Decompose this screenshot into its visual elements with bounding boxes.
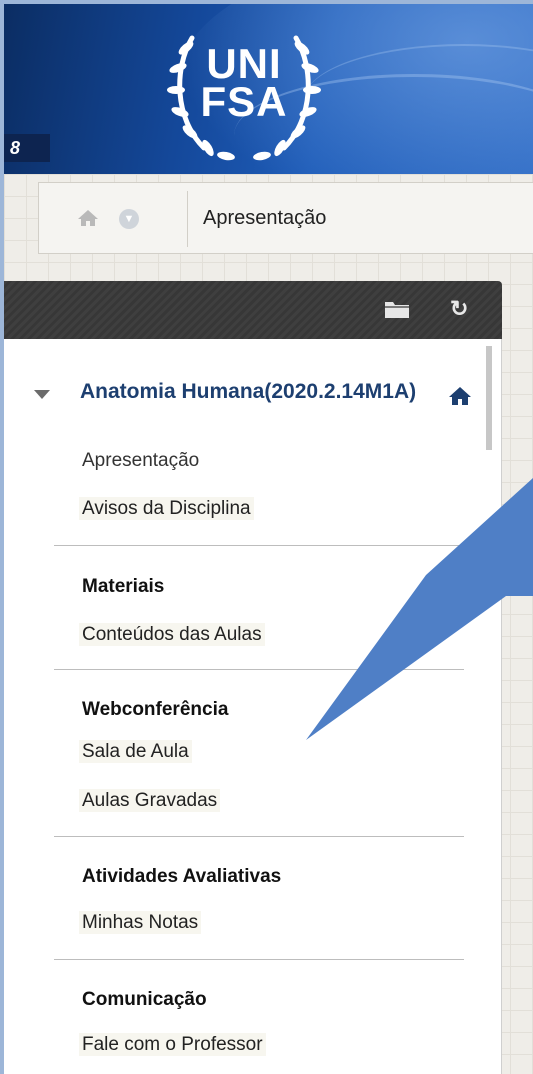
menu-heading-materiais: Materiais — [82, 576, 165, 597]
menu-item-label: Aulas Gravadas — [79, 789, 221, 812]
logo-text-fsa: FSA — [200, 78, 288, 125]
menu-separator — [54, 836, 464, 837]
menu-heading-atividades: Atividades Avaliativas — [82, 866, 282, 887]
unifsa-logo[interactable]: UNI FSA — [164, 18, 324, 168]
folder-icon[interactable] — [384, 299, 410, 319]
refresh-icon[interactable]: ↻ — [450, 296, 468, 322]
menu-item-label: Conteúdos das Aulas — [79, 623, 265, 646]
course-menu-toolbar: ↻ — [4, 281, 502, 339]
breadcrumb-current[interactable]: Apresentação — [203, 207, 326, 230]
menu-item-aulas-gravadas[interactable]: Aulas Gravadas — [79, 789, 221, 812]
menu-item-label: Fale com o Professor — [79, 1033, 266, 1056]
menu-separator — [54, 545, 464, 546]
home-icon[interactable] — [448, 386, 472, 406]
menu-item-avisos[interactable]: Avisos da Disciplina — [79, 497, 254, 520]
collapse-toggle-icon[interactable] — [34, 390, 50, 399]
page-frame: UNI FSA 8 ▼ Apresentação ↻ Anatomia Huma… — [4, 4, 533, 1074]
header-banner: UNI FSA 8 — [4, 4, 533, 174]
menu-item-conteudos[interactable]: Conteúdos das Aulas — [79, 623, 265, 646]
scrollbar[interactable] — [486, 346, 492, 450]
course-title[interactable]: Anatomia Humana(2020.2.14M1A) — [80, 381, 420, 402]
menu-separator — [54, 959, 464, 960]
corner-badge: 8 — [4, 134, 50, 162]
menu-item-label: Minhas Notas — [79, 911, 202, 934]
menu-heading-webconferencia: Webconferência — [82, 699, 229, 720]
menu-heading-comunicacao: Comunicação — [82, 989, 207, 1010]
menu-separator — [54, 669, 464, 670]
menu-item-sala-de-aula[interactable]: Sala de Aula — [79, 740, 192, 763]
menu-item-fale-com-o-professor[interactable]: Fale com o Professor — [79, 1033, 266, 1056]
breadcrumb-divider — [187, 191, 188, 247]
menu-item-label: Avisos da Disciplina — [79, 497, 254, 520]
chevron-down-icon[interactable]: ▼ — [119, 209, 139, 229]
menu-item-minhas-notas[interactable]: Minhas Notas — [79, 911, 202, 934]
course-menu-panel — [4, 339, 502, 1074]
home-icon[interactable] — [77, 209, 99, 227]
menu-item-label: Sala de Aula — [79, 740, 192, 763]
breadcrumb: ▼ Apresentação — [38, 182, 533, 254]
menu-item-apresentacao[interactable]: Apresentação — [82, 450, 199, 472]
